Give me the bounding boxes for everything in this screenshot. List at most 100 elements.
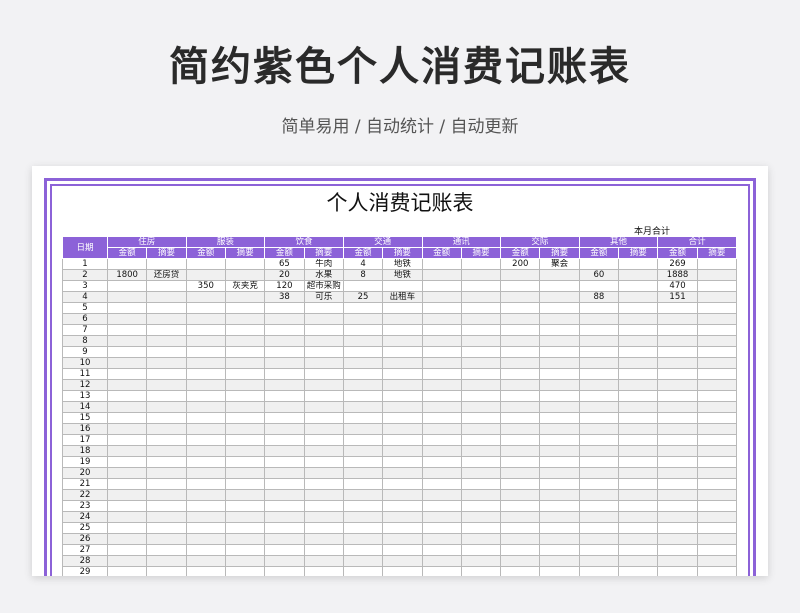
note-cell[interactable] xyxy=(224,412,266,424)
note-cell[interactable] xyxy=(460,544,502,556)
amount-cell[interactable] xyxy=(342,280,384,292)
amount-cell[interactable] xyxy=(185,467,226,479)
amount-cell[interactable] xyxy=(657,390,698,402)
amount-cell[interactable] xyxy=(500,401,541,413)
amount-cell[interactable] xyxy=(342,423,384,435)
note-cell[interactable] xyxy=(696,522,738,534)
amount-cell[interactable] xyxy=(500,478,541,490)
note-cell[interactable] xyxy=(696,555,738,567)
note-cell[interactable] xyxy=(696,401,738,413)
amount-cell[interactable] xyxy=(185,269,226,281)
amount-cell[interactable] xyxy=(185,544,226,556)
amount-cell[interactable] xyxy=(657,533,698,545)
note-cell[interactable] xyxy=(460,511,502,523)
amount-cell[interactable] xyxy=(500,335,541,347)
amount-cell[interactable] xyxy=(185,291,226,303)
note-cell[interactable] xyxy=(303,478,344,490)
note-cell[interactable] xyxy=(696,313,738,325)
note-cell[interactable] xyxy=(224,313,266,325)
note-cell[interactable] xyxy=(146,313,187,325)
note-cell[interactable] xyxy=(618,467,659,479)
amount-cell[interactable] xyxy=(264,434,305,446)
amount-cell[interactable] xyxy=(185,489,226,501)
note-cell[interactable]: 牛肉 xyxy=(303,258,344,270)
amount-cell[interactable] xyxy=(342,379,384,391)
note-cell[interactable] xyxy=(696,269,738,281)
amount-cell[interactable] xyxy=(500,346,541,358)
date-cell[interactable]: 9 xyxy=(62,346,108,358)
note-cell[interactable] xyxy=(618,368,659,380)
note-cell[interactable] xyxy=(224,467,266,479)
note-cell[interactable] xyxy=(696,302,738,314)
amount-cell[interactable] xyxy=(342,346,384,358)
amount-cell[interactable] xyxy=(264,533,305,545)
amount-cell[interactable] xyxy=(500,357,541,369)
amount-cell[interactable]: 4 xyxy=(342,258,384,270)
note-cell[interactable] xyxy=(696,412,738,424)
amount-cell[interactable] xyxy=(106,555,148,567)
date-cell[interactable]: 19 xyxy=(62,456,108,468)
amount-cell[interactable] xyxy=(500,423,541,435)
amount-cell[interactable] xyxy=(500,379,541,391)
note-cell[interactable] xyxy=(618,357,659,369)
amount-cell[interactable] xyxy=(185,401,226,413)
amount-cell[interactable] xyxy=(578,489,620,501)
note-cell[interactable] xyxy=(696,467,738,479)
amount-cell[interactable] xyxy=(342,412,384,424)
amount-cell[interactable] xyxy=(421,555,462,567)
date-cell[interactable]: 26 xyxy=(62,533,108,545)
note-cell[interactable] xyxy=(618,280,659,292)
date-cell[interactable]: 1 xyxy=(62,258,108,270)
amount-cell[interactable] xyxy=(578,357,620,369)
amount-cell[interactable] xyxy=(657,511,698,523)
note-cell[interactable] xyxy=(696,511,738,523)
note-cell[interactable] xyxy=(696,324,738,336)
amount-cell[interactable] xyxy=(500,390,541,402)
date-cell[interactable]: 17 xyxy=(62,434,108,446)
note-cell[interactable] xyxy=(696,533,738,545)
note-cell[interactable] xyxy=(460,467,502,479)
amount-cell[interactable] xyxy=(264,346,305,358)
amount-cell[interactable] xyxy=(264,368,305,380)
amount-cell[interactable] xyxy=(264,423,305,435)
note-cell[interactable] xyxy=(303,500,344,512)
amount-cell[interactable] xyxy=(657,423,698,435)
note-cell[interactable] xyxy=(303,368,344,380)
note-cell[interactable] xyxy=(303,324,344,336)
note-cell[interactable] xyxy=(382,434,423,446)
note-cell[interactable] xyxy=(146,478,187,490)
amount-cell[interactable] xyxy=(578,533,620,545)
note-cell[interactable] xyxy=(460,456,502,468)
note-cell[interactable] xyxy=(460,500,502,512)
date-cell[interactable]: 29 xyxy=(62,566,108,576)
note-cell[interactable] xyxy=(382,324,423,336)
note-cell[interactable] xyxy=(146,258,187,270)
note-cell[interactable] xyxy=(146,489,187,501)
amount-cell[interactable] xyxy=(657,302,698,314)
amount-cell[interactable] xyxy=(578,566,620,576)
note-cell[interactable] xyxy=(618,291,659,303)
note-cell[interactable] xyxy=(382,280,423,292)
note-cell[interactable] xyxy=(382,335,423,347)
amount-cell[interactable] xyxy=(106,445,148,457)
note-cell[interactable] xyxy=(460,533,502,545)
note-cell[interactable] xyxy=(146,511,187,523)
note-cell[interactable] xyxy=(696,346,738,358)
amount-cell[interactable] xyxy=(264,401,305,413)
amount-cell[interactable]: 88 xyxy=(578,291,620,303)
note-cell[interactable] xyxy=(539,478,580,490)
date-cell[interactable]: 6 xyxy=(62,313,108,325)
amount-cell[interactable] xyxy=(578,544,620,556)
amount-cell[interactable] xyxy=(342,500,384,512)
amount-cell[interactable] xyxy=(657,555,698,567)
amount-cell[interactable] xyxy=(106,566,148,576)
amount-cell[interactable] xyxy=(500,522,541,534)
amount-cell[interactable]: 25 xyxy=(342,291,384,303)
date-cell[interactable]: 16 xyxy=(62,423,108,435)
note-cell[interactable] xyxy=(224,302,266,314)
date-cell[interactable]: 23 xyxy=(62,500,108,512)
amount-cell[interactable] xyxy=(342,313,384,325)
note-cell[interactable] xyxy=(303,511,344,523)
amount-cell[interactable] xyxy=(500,500,541,512)
amount-cell[interactable] xyxy=(106,379,148,391)
